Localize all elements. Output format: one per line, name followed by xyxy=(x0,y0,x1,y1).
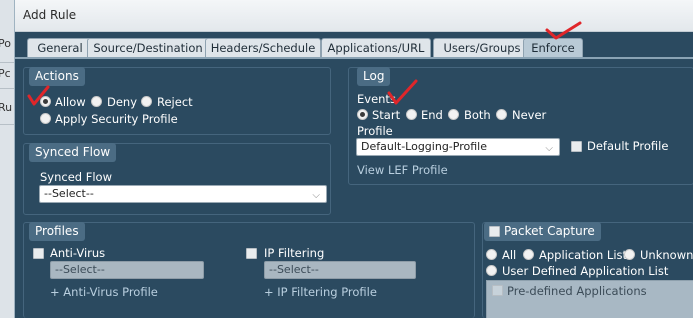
tab-general[interactable]: General xyxy=(27,38,93,58)
red-checkmark-icon xyxy=(387,79,418,105)
event-never-label: Never xyxy=(512,108,547,122)
event-never-radio[interactable] xyxy=(496,109,507,120)
packet-capture-title-text: Packet Capture xyxy=(504,224,595,238)
ip-filtering-label: IP Filtering xyxy=(264,246,325,260)
add-anti-virus-profile-link[interactable]: + Anti-Virus Profile xyxy=(50,285,158,299)
synced-flow-title: Synced Flow xyxy=(29,143,117,162)
capture-all-radio[interactable] xyxy=(486,249,497,260)
default-profile-label: Default Profile xyxy=(587,139,669,153)
event-start-label: Start xyxy=(372,108,401,122)
reject-label: Reject xyxy=(157,95,193,109)
divider xyxy=(0,124,14,125)
application-list-box: Pre-defined Applications xyxy=(486,280,693,318)
add-ip-filtering-profile-link[interactable]: + IP Filtering Profile xyxy=(264,285,377,299)
background-text: Pc xyxy=(0,67,11,80)
capture-unknown-radio[interactable] xyxy=(624,249,635,260)
actions-panel: Actions Allow Deny Reject Apply Security… xyxy=(23,67,331,135)
profiles-title: Profiles xyxy=(29,222,85,241)
dialog-title: Add Rule xyxy=(23,8,77,22)
background-text: Ru xyxy=(0,101,13,114)
event-both-label: Both xyxy=(464,108,491,122)
predefined-applications-label: Pre-defined Applications xyxy=(507,284,647,298)
capture-application-list-label: Application List xyxy=(539,248,628,262)
red-checkmark-icon xyxy=(545,21,582,40)
default-profile-checkbox[interactable] xyxy=(571,141,582,152)
deny-label: Deny xyxy=(107,95,138,109)
packet-capture-title: Packet Capture xyxy=(484,222,601,241)
apply-security-profile-radio[interactable] xyxy=(40,113,51,124)
tab-source-destination[interactable]: Source/Destination xyxy=(87,38,209,58)
chevron-down-icon: ⌵ xyxy=(545,143,553,154)
anti-virus-label: Anti-Virus xyxy=(50,246,106,260)
capture-all-label: All xyxy=(502,248,517,262)
apply-security-profile-label: Apply Security Profile xyxy=(55,112,178,126)
chevron-down-icon: ⌵ xyxy=(312,190,320,201)
event-end-label: End xyxy=(421,108,443,122)
reject-radio[interactable] xyxy=(141,96,152,107)
event-both-radio[interactable] xyxy=(448,109,459,120)
packet-capture-panel: Packet Capture All Application List Unkn… xyxy=(482,222,693,318)
view-lef-profile-link[interactable]: View LEF Profile xyxy=(357,163,448,177)
tab-applications-url[interactable]: Applications/URL xyxy=(321,38,431,58)
anti-virus-checkbox[interactable] xyxy=(33,248,44,259)
log-profile-value: Default-Logging-Profile xyxy=(361,140,487,153)
profiles-panel: Profiles Anti-Virus --Select-- + Anti-Vi… xyxy=(23,222,475,318)
log-profile-select[interactable]: Default-Logging-Profile ⌵ xyxy=(356,138,560,156)
tab-users-groups[interactable]: Users/Groups xyxy=(433,38,531,58)
allow-label: Allow xyxy=(55,95,86,109)
synced-flow-select[interactable]: --Select-- ⌵ xyxy=(39,185,327,203)
event-start-radio[interactable] xyxy=(357,109,368,120)
tab-underline xyxy=(15,57,693,59)
capture-user-defined-radio[interactable] xyxy=(486,265,497,276)
synced-flow-label: Synced Flow xyxy=(40,170,112,184)
capture-application-list-radio[interactable] xyxy=(523,249,534,260)
tab-bar: General Source/Destination Headers/Sched… xyxy=(15,38,693,58)
synced-flow-value: --Select-- xyxy=(44,187,94,200)
capture-unknown-label: Unknown A xyxy=(640,248,693,262)
divider xyxy=(0,88,14,89)
ip-filtering-checkbox[interactable] xyxy=(246,248,257,259)
synced-flow-panel: Synced Flow Synced Flow --Select-- ⌵ xyxy=(23,143,331,215)
deny-radio[interactable] xyxy=(91,96,102,107)
packet-capture-checkbox[interactable] xyxy=(489,226,500,237)
dialog-titlebar[interactable]: Add Rule xyxy=(15,0,693,32)
profile-label: Profile xyxy=(357,124,393,138)
background-page: Po Pc Ru xyxy=(0,0,14,318)
ip-filtering-select[interactable]: --Select-- xyxy=(264,261,416,279)
divider xyxy=(0,62,14,63)
tab-headers-schedule[interactable]: Headers/Schedule xyxy=(205,38,321,58)
anti-virus-select[interactable]: --Select-- xyxy=(50,261,204,279)
red-checkmark-icon xyxy=(27,85,50,106)
event-end-radio[interactable] xyxy=(406,109,417,120)
capture-user-defined-label: User Defined Application List xyxy=(502,264,669,278)
add-rule-dialog: Add Rule General Source/Destination Head… xyxy=(14,0,693,318)
background-text: Po xyxy=(0,37,11,50)
predefined-applications-checkbox[interactable] xyxy=(492,285,503,296)
